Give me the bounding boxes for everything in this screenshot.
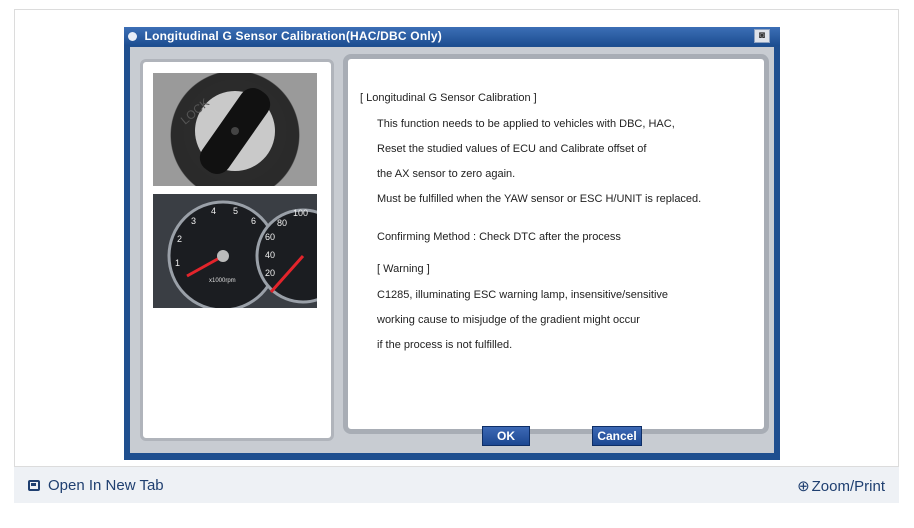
- gauge-tick-5: 5: [233, 206, 238, 216]
- zoom-in-icon: ⊕: [797, 478, 810, 495]
- instruction-heading: [ Longitudinal G Sensor Calibration ]: [360, 92, 537, 104]
- gauge-tick-6: 6: [251, 216, 256, 226]
- ok-button[interactable]: OK: [482, 426, 530, 446]
- camera-icon[interactable]: ◙: [754, 29, 770, 43]
- gauge-tick-20: 20: [265, 268, 275, 278]
- dialog-body: LOCK x1000rpm 1 2 3 4 5 6 20 40 60 80 10…: [130, 47, 774, 453]
- instruction-line: This function needs to be applied to veh…: [377, 118, 675, 130]
- gauge-tick-2: 2: [177, 234, 182, 244]
- instruction-line: the AX sensor to zero again.: [377, 168, 516, 180]
- cancel-button[interactable]: Cancel: [592, 426, 642, 446]
- bullet-icon: [128, 32, 137, 41]
- ignition-key-illustration: LOCK: [178, 79, 287, 183]
- zoom-print-label: Zoom/Print: [811, 478, 885, 495]
- ignition-key-photo: LOCK: [153, 73, 317, 186]
- warning-line: if the process is not fulfilled.: [377, 339, 513, 351]
- calibration-dialog: Longitudinal G Sensor Calibration(HAC/DB…: [124, 27, 780, 460]
- open-new-tab-icon: [28, 480, 40, 491]
- instruction-line: Must be fulfilled when the YAW sensor or…: [377, 193, 702, 205]
- gauge-tick-60: 60: [265, 232, 275, 242]
- gauge-tick-80: 80: [277, 218, 287, 228]
- gauge-tick-4: 4: [211, 206, 216, 216]
- dialog-title: Longitudinal G Sensor Calibration(HAC/DB…: [144, 29, 442, 43]
- gauge-tick-100: 100: [293, 208, 308, 218]
- warning-line: C1285, illuminating ESC warning lamp, in…: [377, 289, 669, 301]
- instruction-line: Reset the studied values of ECU and Cali…: [377, 143, 647, 155]
- image-panel: LOCK x1000rpm 1 2 3 4 5 6 20 40 60 80 10…: [140, 59, 334, 441]
- instruction-panel: [ Longitudinal G Sensor Calibration ] Th…: [343, 54, 769, 434]
- gauge-tick-3: 3: [191, 216, 196, 226]
- gauge-unit-label: x1000rpm: [209, 278, 236, 284]
- warning-heading: [ Warning ]: [377, 263, 430, 275]
- warning-line: working cause to misjudge of the gradien…: [377, 314, 640, 326]
- open-new-tab-link[interactable]: Open In New Tab: [28, 477, 164, 494]
- gauge-tick-40: 40: [265, 250, 275, 260]
- instruction-line: Confirming Method : Check DTC after the …: [377, 231, 621, 243]
- open-new-tab-label: Open In New Tab: [48, 477, 164, 494]
- zoom-print-link[interactable]: ⊕ Zoom/Print: [797, 477, 885, 495]
- gauge-cluster-illustration: x1000rpm 1 2 3 4 5 6 20 40 60 80 100: [153, 194, 317, 308]
- gauge-cluster-photo: x1000rpm 1 2 3 4 5 6 20 40 60 80 100: [153, 194, 317, 308]
- gauge-tick-1: 1: [175, 258, 180, 268]
- dialog-titlebar: Longitudinal G Sensor Calibration(HAC/DB…: [124, 27, 780, 46]
- footer-bar: Open In New Tab ⊕ Zoom/Print: [14, 467, 899, 503]
